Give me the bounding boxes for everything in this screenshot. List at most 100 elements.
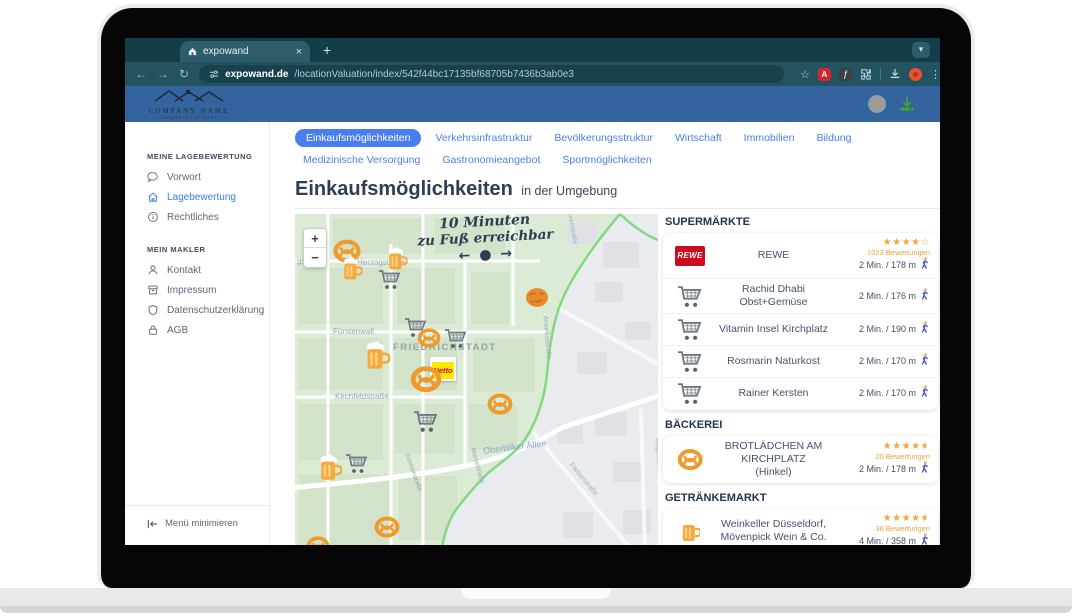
minimize-menu-label: Menü minimieren xyxy=(165,518,238,529)
shopping-cart-icon xyxy=(413,410,439,433)
store-meta: 2 Min. / 170 m xyxy=(836,353,930,370)
pdf-extension-icon[interactable]: A xyxy=(818,68,831,81)
collapse-left-icon xyxy=(147,519,158,529)
pretzel-icon xyxy=(677,448,703,470)
sidebar-item-vorwort[interactable]: Vorwort xyxy=(125,167,269,187)
store-row[interactable]: Rainer Kersten2 Min. / 170 m xyxy=(663,377,938,409)
store-name: Rainer Kersten xyxy=(711,387,836,400)
tab-medizinische-versorgung[interactable]: Medizinische Versorgung xyxy=(295,151,428,169)
url-bar[interactable]: expowand.de/locationValuation/index/542f… xyxy=(199,65,784,83)
browser-toolbar: ← → ↻ expowand.de/locationValuation/inde… xyxy=(125,62,940,86)
map-marker-pretzel-icon[interactable] xyxy=(487,393,513,420)
downloads-icon[interactable] xyxy=(889,68,901,80)
tab-bevoelkerungsstruktur[interactable]: Bevölkerungsstruktur xyxy=(546,129,661,147)
store-meta: 2 Min. / 190 m xyxy=(836,321,930,338)
store-row[interactable]: BROTLÄDCHEN AM KIRCHPLATZ(Hinkel)★★★★★★2… xyxy=(663,436,938,483)
star-rating: ★★★★★★ xyxy=(836,441,930,452)
star-half-icon: ★★ xyxy=(921,513,930,524)
map-marker-pretzel-icon[interactable] xyxy=(374,516,400,543)
pretzel-icon xyxy=(487,393,513,415)
map-marker-pretzel-icon[interactable] xyxy=(306,536,330,546)
shopping-cart-icon xyxy=(677,350,703,373)
sidebar-item-rechtliches[interactable]: Rechtliches xyxy=(125,207,269,227)
beer-mug-icon xyxy=(680,519,701,543)
laptop-base-notch xyxy=(461,588,611,599)
tab-verkehrsinfrastruktur[interactable]: Verkehrsinfrastruktur xyxy=(427,129,540,147)
tab-wirtschaft[interactable]: Wirtschaft xyxy=(667,129,730,147)
forward-icon[interactable]: → xyxy=(157,67,169,81)
minimize-menu-button[interactable]: Menü minimieren xyxy=(125,505,269,545)
map-marker-cart-icon[interactable] xyxy=(345,453,369,479)
map-marker-pretzel-icon[interactable] xyxy=(417,328,441,353)
browser-tab[interactable]: expowand × xyxy=(180,41,310,62)
browser-menu-icon[interactable]: ⋮ xyxy=(930,68,940,81)
sidebar: MEINE LAGEBEWERTUNG Vorwort Lagebewertun… xyxy=(125,122,270,545)
walking-distance: 4 Min. / 358 m xyxy=(836,533,930,545)
tab-einkaufsmoeglichkeiten[interactable]: Einkaufsmöglichkeiten xyxy=(295,129,421,147)
map-marker-cookie-icon[interactable] xyxy=(525,287,549,314)
sidebar-item-label: Lagebewertung xyxy=(167,192,236,203)
zoom-out-button[interactable]: − xyxy=(304,248,326,267)
map-marker-cart-icon[interactable] xyxy=(444,328,468,354)
tab-sportmoeglichkeiten[interactable]: Sportmöglichkeiten xyxy=(554,151,659,169)
url-path: /locationValuation/index/542f44bc17135bf… xyxy=(294,69,574,80)
store-row[interactable]: Vitamin Insel Kirchplatz2 Min. / 190 m xyxy=(663,313,938,345)
back-icon[interactable]: ← xyxy=(135,67,147,81)
store-icon xyxy=(669,318,711,341)
map[interactable]: + − 10 Minuten zu Fuß erreichbar ← ● → g… xyxy=(295,214,658,545)
star-full-icons: ★★★★ xyxy=(883,513,921,524)
store-row[interactable]: Rosmarin Naturkost2 Min. / 170 m xyxy=(663,345,938,377)
store-row[interactable]: REWEREWE★★★★☆1023 Bewertungen2 Min. / 17… xyxy=(663,233,938,278)
map-marker-beer-icon[interactable] xyxy=(364,342,390,377)
store-icon xyxy=(669,350,711,373)
shopping-cart-icon xyxy=(378,269,402,290)
store-icon xyxy=(669,285,711,308)
download-report-icon[interactable] xyxy=(898,95,916,113)
store-row[interactable]: Rachid Dhabi Obst+Gemüse2 Min. / 176 m xyxy=(663,278,938,313)
map-marker-cart-icon[interactable] xyxy=(378,269,402,295)
speech-bubble-icon xyxy=(147,171,159,183)
sidebar-item-label: Rechtliches xyxy=(167,212,219,223)
sidebar-item-kontakt[interactable]: Kontakt xyxy=(125,260,269,280)
map-marker-pretzel-icon[interactable] xyxy=(410,365,442,397)
store-icon: REWE xyxy=(669,246,711,266)
section-card: Weinkeller Düsseldorf,Mövenpick Wein & C… xyxy=(663,509,938,545)
zoom-in-button[interactable]: + xyxy=(304,229,326,248)
fonts-extension-icon[interactable]: ƒ xyxy=(839,68,852,81)
map-marker-beer-icon[interactable] xyxy=(318,455,342,488)
info-icon xyxy=(147,211,159,223)
tab-gastronomieangebot[interactable]: Gastronomieangebot xyxy=(434,151,548,169)
laptop-screen: expowand × + ▾ ← → ↻ expowand.de/locatio… xyxy=(125,38,940,545)
walking-distance: 2 Min. / 178 m xyxy=(836,257,930,274)
sidebar-item-label: Impressum xyxy=(167,285,216,296)
extensions-puzzle-icon[interactable] xyxy=(860,68,872,80)
distance-text: 4 Min. / 358 m xyxy=(859,535,916,545)
star-rating: ★★★★☆ xyxy=(836,237,930,248)
walking-distance: 2 Min. / 176 m xyxy=(836,288,930,305)
map-marker-beer-icon[interactable] xyxy=(342,257,363,286)
sidebar-item-impressum[interactable]: Impressum xyxy=(125,280,269,300)
tab-search-chevron-icon[interactable]: ▾ xyxy=(912,42,930,58)
new-tab-button[interactable]: + xyxy=(323,42,331,58)
map-marker-cart-icon[interactable] xyxy=(413,410,439,438)
browser-profile-avatar[interactable] xyxy=(909,68,922,81)
review-count: 1023 Bewertungen xyxy=(836,248,930,257)
user-avatar[interactable] xyxy=(868,95,886,113)
toolbar-divider xyxy=(880,68,881,80)
reload-icon[interactable]: ↻ xyxy=(179,67,189,81)
shopping-cart-icon xyxy=(677,318,703,341)
tab-close-icon[interactable]: × xyxy=(296,46,302,58)
tab-immobilien[interactable]: Immobilien xyxy=(736,129,803,147)
section-card: BROTLÄDCHEN AM KIRCHPLATZ(Hinkel)★★★★★★2… xyxy=(663,436,938,483)
store-name: BROTLÄDCHEN AM KIRCHPLATZ(Hinkel) xyxy=(711,440,836,479)
walking-distance: 2 Min. / 190 m xyxy=(836,321,930,338)
company-logo: COMPANY NAME Slogan Goes here xyxy=(141,88,237,121)
site-header: COMPANY NAME Slogan Goes here xyxy=(125,86,940,122)
sidebar-item-lagebewertung[interactable]: Lagebewertung xyxy=(125,187,269,207)
review-count: 20 Bewertungen xyxy=(836,452,930,461)
bookmark-star-icon[interactable]: ☆ xyxy=(800,68,810,81)
store-row[interactable]: Weinkeller Düsseldorf,Mövenpick Wein & C… xyxy=(663,509,938,545)
sidebar-item-agb[interactable]: AGB xyxy=(125,320,269,340)
sidebar-item-datenschutz[interactable]: Datenschutzerklärung xyxy=(125,300,269,320)
tab-bildung[interactable]: Bildung xyxy=(808,129,859,147)
